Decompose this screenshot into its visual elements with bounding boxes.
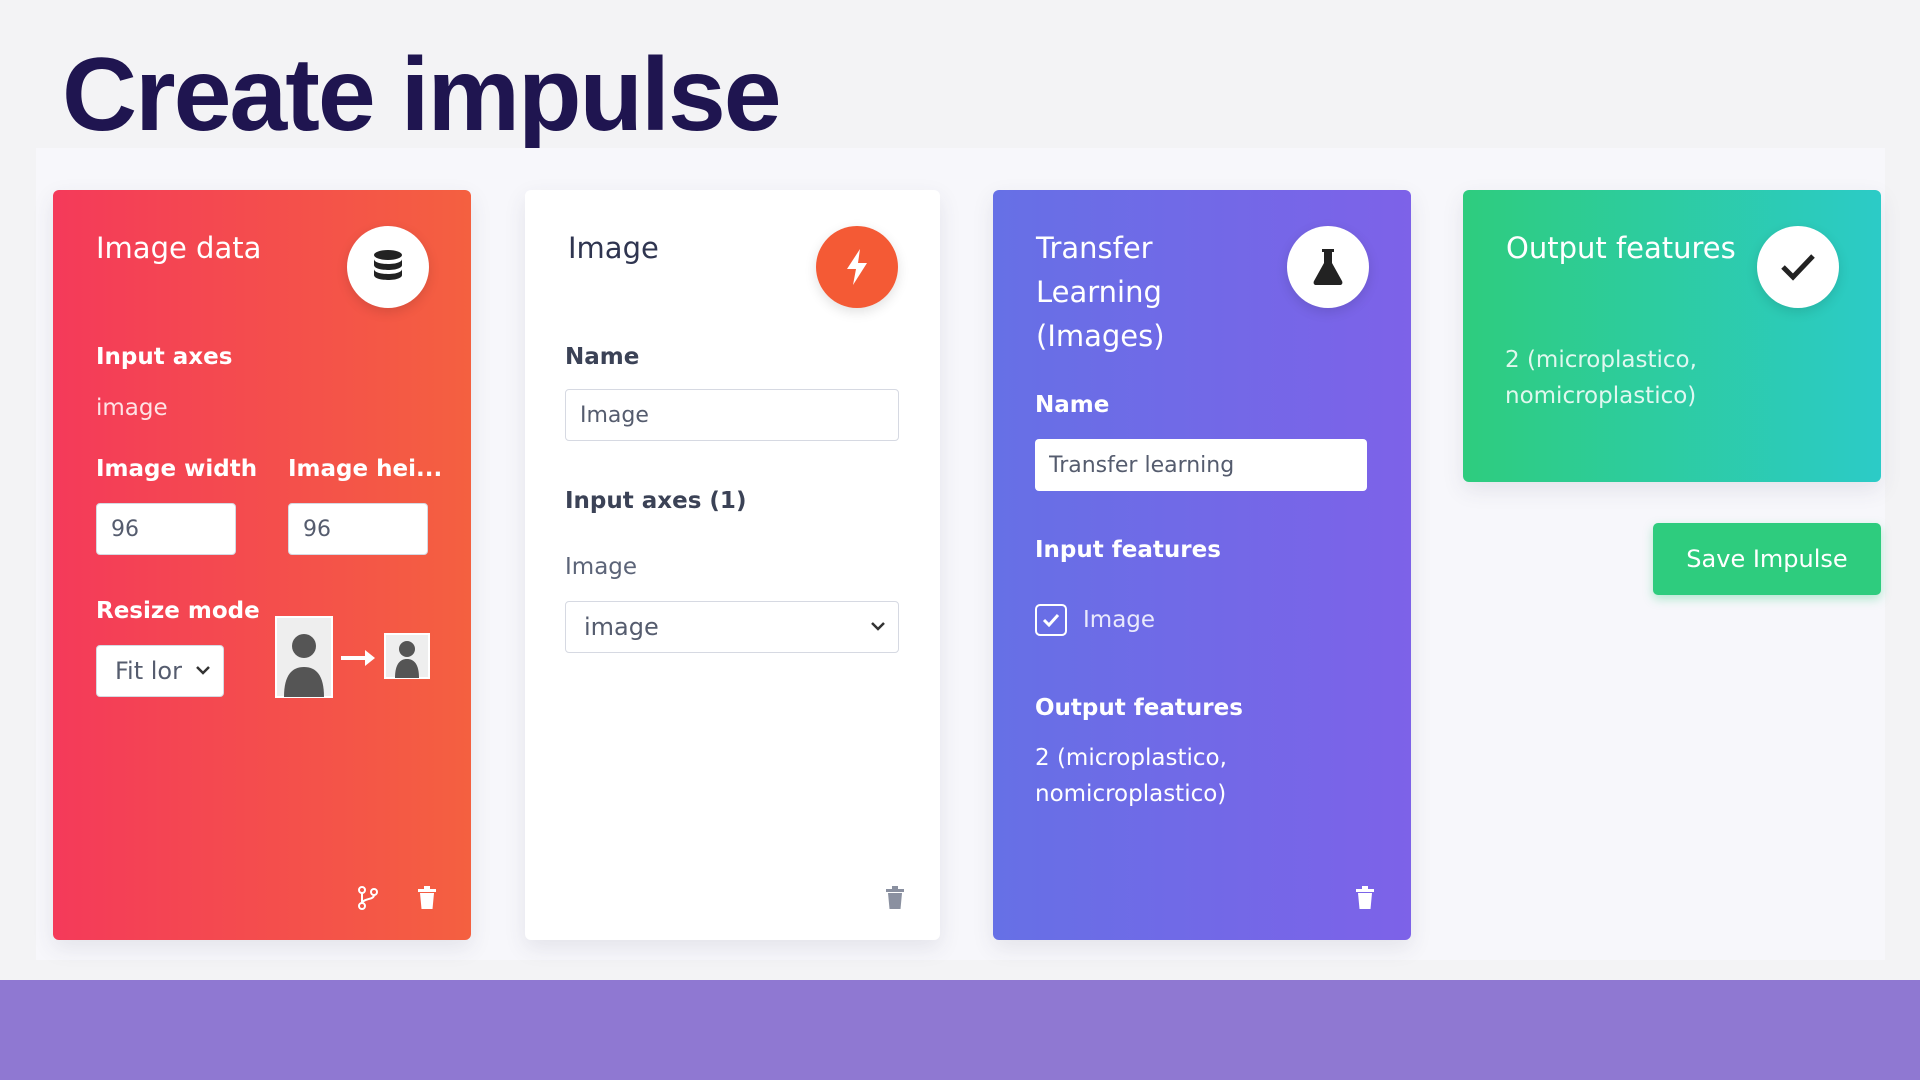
bottom-band <box>0 980 1920 1080</box>
chevron-down-icon <box>195 646 211 713</box>
learning-name-label: Name <box>1035 392 1110 418</box>
output-block-title: Output features <box>1506 231 1736 265</box>
lightning-icon <box>816 226 898 308</box>
input-block-title: Image data <box>96 231 262 265</box>
learning-output-features-label: Output features <box>1035 695 1243 721</box>
learning-name-input[interactable] <box>1035 439 1367 491</box>
fork-icon[interactable] <box>358 886 378 914</box>
trash-icon[interactable] <box>1355 886 1375 914</box>
feature-checkbox[interactable] <box>1035 604 1067 636</box>
processing-block-title: Image <box>568 231 659 265</box>
database-icon <box>347 226 429 308</box>
resize-illustration-icon <box>275 616 431 704</box>
axis-item-label: Image <box>565 554 638 580</box>
image-height-input[interactable] <box>288 503 428 555</box>
output-block-card: Output features 2 (microplastico, nomicr… <box>1463 190 1881 482</box>
check-icon <box>1757 226 1839 308</box>
learning-block-title: Transfer Learning (Images) <box>1036 231 1165 353</box>
processing-block-card: Image Name Input axes (1) Image image <box>525 190 940 940</box>
input-block-card: Image data Input axes image Image width … <box>53 190 471 940</box>
chevron-down-icon <box>870 602 886 669</box>
resize-mode-label: Resize mode <box>96 598 260 624</box>
image-width-label: Image width <box>96 456 258 482</box>
output-features-line2: nomicroplastico) <box>1505 383 1697 409</box>
page-title: Create impulse <box>62 37 782 153</box>
input-axes-value: image <box>96 395 168 421</box>
flask-icon <box>1287 226 1369 308</box>
trash-icon[interactable] <box>417 886 437 914</box>
resize-mode-select[interactable]: Fit lor <box>96 645 224 697</box>
feature-checkbox-label: Image <box>1083 607 1156 633</box>
image-height-label: Image hei... <box>288 456 443 482</box>
learning-block-card: Transfer Learning (Images) Name Input fe… <box>993 190 1411 940</box>
learning-output-line2: nomicroplastico) <box>1035 781 1227 807</box>
resize-mode-value: Fit lor <box>115 657 182 685</box>
trash-icon[interactable] <box>885 886 905 914</box>
save-impulse-button[interactable]: Save Impulse <box>1653 523 1881 595</box>
image-width-input[interactable] <box>96 503 236 555</box>
axis-select-value: image <box>584 613 659 641</box>
input-axes-label: Input axes <box>96 344 233 370</box>
processing-name-input[interactable] <box>565 389 899 441</box>
input-axes-count-label: Input axes (1) <box>565 488 747 514</box>
input-features-label: Input features <box>1035 537 1221 563</box>
learning-output-line1: 2 (microplastico, <box>1035 745 1227 771</box>
output-features-line1: 2 (microplastico, <box>1505 347 1697 373</box>
axis-select[interactable]: image <box>565 601 899 653</box>
processing-name-label: Name <box>565 344 640 370</box>
